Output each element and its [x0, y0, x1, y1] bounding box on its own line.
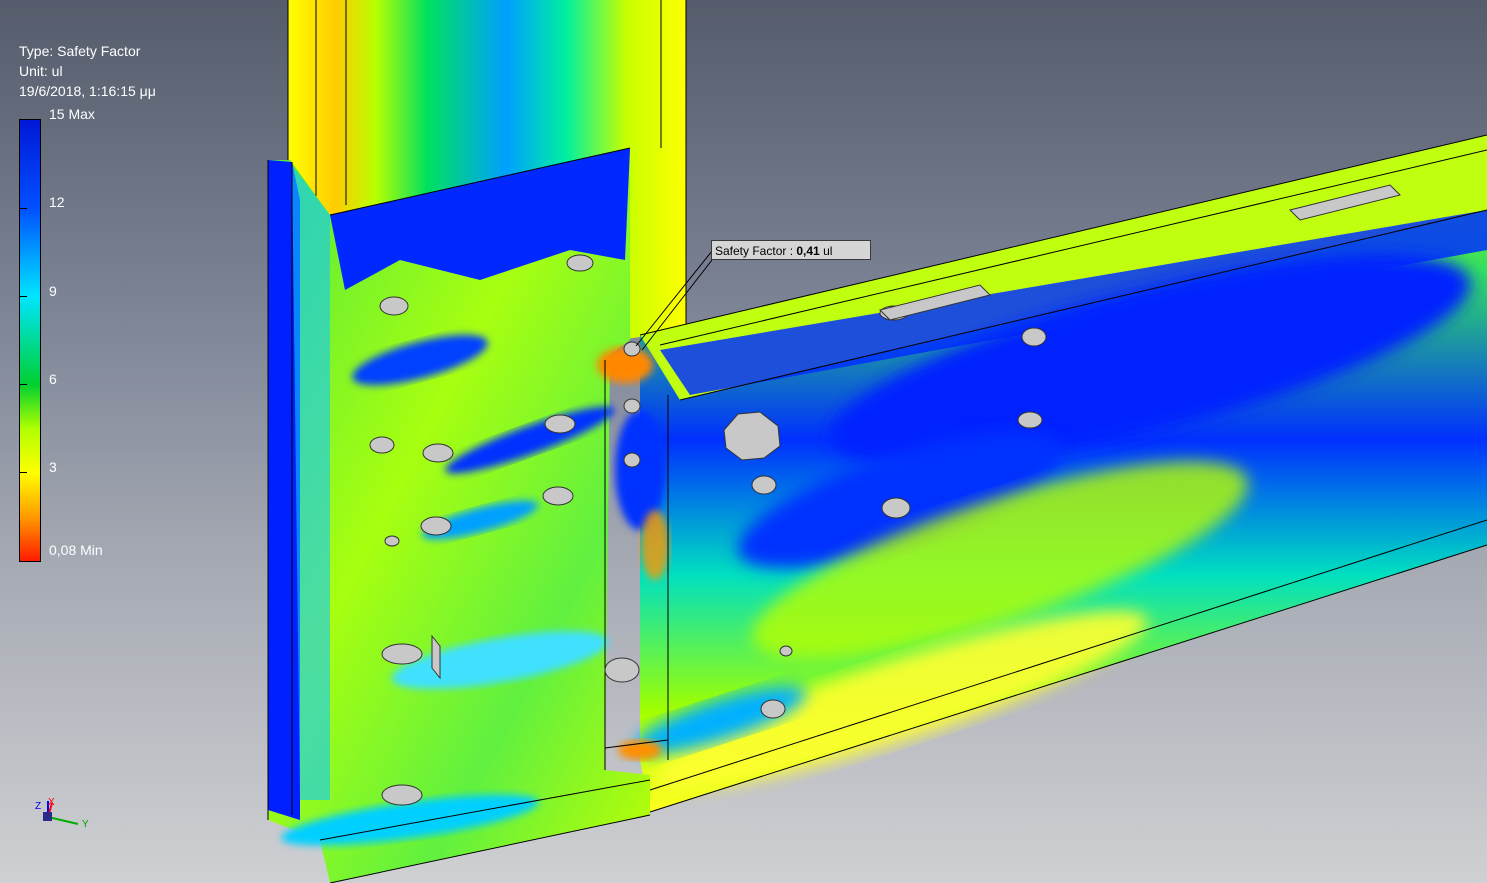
- scale-tick: [19, 296, 27, 297]
- scale-tick-label: 12: [49, 194, 65, 210]
- scale-tick: [19, 384, 27, 385]
- view-triad-icon[interactable]: Z X Y: [30, 795, 100, 840]
- triad-x-label: X: [48, 797, 55, 808]
- scale-min-label: 0,08 Min: [49, 542, 103, 558]
- scale-tick-label: 9: [49, 283, 57, 299]
- triad-z-label: Z: [35, 801, 41, 812]
- probe-value: 0,41: [796, 244, 820, 258]
- legend-type: Type: Safety Factor: [19, 43, 141, 59]
- triad-y-label: Y: [82, 819, 89, 830]
- fea-viewport[interactable]: Type: Safety Factor Unit: ul 19/6/2018, …: [0, 0, 1487, 883]
- color-scale-bar: [19, 119, 41, 562]
- horizontal-beam: [634, 134, 1487, 813]
- probe-label[interactable]: Safety Factor : 0,41 ul: [711, 240, 871, 260]
- scale-max-label: 15 Max: [49, 106, 95, 122]
- scale-tick-label: 3: [49, 459, 57, 475]
- scale-tick: [19, 472, 27, 473]
- gusset-plate: [267, 147, 669, 883]
- scale-tick-label: 6: [49, 371, 57, 387]
- scale-tick: [19, 208, 27, 209]
- probe-prefix: Safety Factor :: [715, 244, 797, 258]
- probe-unit: ul: [819, 244, 833, 258]
- legend-date: 19/6/2018, 1:16:15 μμ: [19, 83, 156, 99]
- stress-model-render[interactable]: [0, 0, 1487, 883]
- legend-unit: Unit: ul: [19, 63, 63, 79]
